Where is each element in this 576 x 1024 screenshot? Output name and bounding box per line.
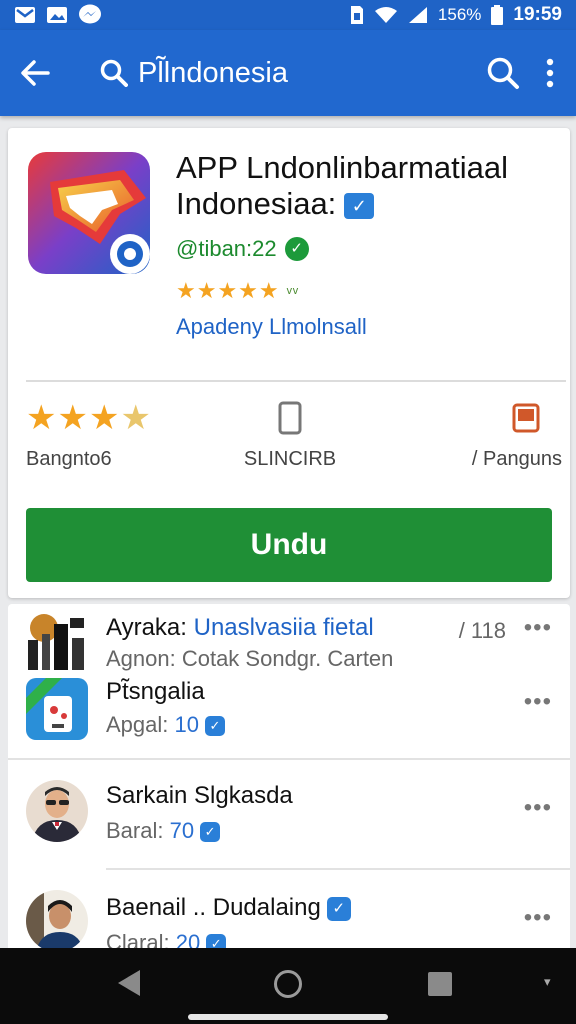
image-icon <box>47 7 67 23</box>
stats-row: ★★★★ Bangnto6 SLINCIRB / Panguns <box>8 398 570 478</box>
badge-icon: ✓ <box>206 934 227 948</box>
app-title-line2: Indonesiaa: <box>176 186 337 221</box>
sub-number: 10 <box>174 712 199 737</box>
search-field[interactable]: Pl̃lndonesia <box>100 57 486 90</box>
sub-label: Apgal: <box>106 712 169 737</box>
stat-category[interactable]: / Panguns <box>436 398 570 471</box>
developer-line[interactable]: @tiban:22 ✓ <box>176 236 309 262</box>
sub-number: 20 <box>175 930 201 948</box>
nav-home-icon[interactable] <box>274 970 302 998</box>
list-item-subtitle: Apgal: 10 ✓ <box>106 712 225 738</box>
stat-device[interactable]: SLINCIRB <box>230 398 350 471</box>
rating-stars: ★★★★★ ᵛᵛ <box>176 278 299 304</box>
more-options-icon[interactable]: ••• <box>524 688 552 716</box>
list-item[interactable]: Pt̃sngalia ••• Apgal: 10 ✓ <box>8 676 570 760</box>
more-options-icon[interactable]: ••• <box>524 614 552 642</box>
title-text: Baenail .. Dudalaing <box>106 894 321 921</box>
stat-label: / Panguns <box>471 448 562 470</box>
book-icon <box>512 403 540 433</box>
verified-badge-icon: ✓ <box>344 192 375 219</box>
check-circle-icon: ✓ <box>284 237 309 261</box>
person-avatar <box>26 780 88 842</box>
app-title-line1: APP Lndonlinbarmatiaal <box>176 150 509 185</box>
list-item[interactable]: Ayraka: Unaslvasiia fietal / 118 ••• Agn… <box>8 604 570 676</box>
list-item-subtitle: Claral: 20 ✓ <box>106 930 227 948</box>
developer-name: @tiban:22 <box>176 236 277 261</box>
stat-rating[interactable]: ★★★★ Bangnto6 <box>26 398 166 471</box>
search-icon <box>100 59 128 87</box>
item-count: / 118 <box>458 618 506 643</box>
app-logo-icon <box>28 152 150 274</box>
phone-icon <box>278 401 302 435</box>
title-highlight: Unaslvasiia fietal <box>193 614 374 641</box>
app-link[interactable]: Apadeny Llmolnsall <box>176 314 367 340</box>
app-bar: Pl̃lndonesia <box>0 30 576 116</box>
nav-back-icon[interactable] <box>118 970 140 996</box>
system-nav-bar: ▾ <box>0 948 576 1024</box>
list-item-title: Sarkain Slgkasda <box>106 782 293 809</box>
signal-icon <box>408 7 427 23</box>
sub-label: Baral: <box>106 818 164 843</box>
divider <box>26 380 566 382</box>
star-rating-icon: ★★★★ <box>26 399 152 437</box>
battery-text: 156% <box>437 5 482 24</box>
battery-icon <box>491 5 504 25</box>
wifi-icon <box>374 7 397 23</box>
list-item-subtitle: Agnon: Cotak Sondgr. Carten <box>106 646 394 671</box>
city-avatar <box>26 610 88 672</box>
list-item-subtitle: Baral: 70 ✓ <box>106 818 221 844</box>
nav-recents-icon[interactable] <box>428 972 452 996</box>
app-title: APP Lndonlinbarmatiaal Indonesiaa: ✓ <box>176 150 556 222</box>
sim-icon <box>350 6 363 24</box>
more-options-icon[interactable]: ••• <box>524 904 552 932</box>
rating-extra: ᵛᵛ <box>286 285 300 302</box>
stat-label: SLINCIRB <box>243 448 337 470</box>
clock: 19:59 <box>513 4 562 25</box>
sub-label: Claral: <box>106 930 170 948</box>
mail-icon <box>15 7 35 23</box>
status-bar: 156% 19:59 <box>0 0 576 30</box>
search-icon[interactable] <box>486 56 520 90</box>
app-detail-card: APP Lndonlinbarmatiaal Indonesiaa: ✓ @tib… <box>8 128 570 598</box>
list-item[interactable]: Baenail .. Dudalaing ✓ ••• Claral: 20 ✓ <box>8 870 570 948</box>
list-item[interactable]: Sarkain Slgkasda ••• Baral: 70 ✓ <box>8 760 570 870</box>
more-options-icon[interactable]: ••• <box>524 794 552 822</box>
person-avatar <box>26 890 88 948</box>
star-icons: ★★★★★ <box>176 278 280 303</box>
game-avatar <box>26 678 88 740</box>
badge-icon: ✓ <box>200 822 221 843</box>
overflow-menu-icon[interactable] <box>546 58 554 88</box>
arrow-back-icon <box>21 60 50 86</box>
gesture-pill[interactable] <box>188 1014 388 1020</box>
nav-keyboard-icon[interactable]: ▾ <box>544 974 551 990</box>
title-prefix: Ayraka: <box>106 614 187 641</box>
back-button[interactable] <box>0 30 70 116</box>
list-item-title: Baenail .. Dudalaing ✓ <box>106 894 351 922</box>
list-item-title: Ayraka: Unaslvasiia fietal <box>106 614 374 642</box>
related-list: Ayraka: Unaslvasiia fietal / 118 ••• Agn… <box>8 604 570 948</box>
search-query: Pl̃lndonesia <box>138 56 288 89</box>
sub-number: 70 <box>169 818 195 843</box>
verified-badge-icon: ✓ <box>326 896 351 921</box>
messenger-icon <box>79 4 101 24</box>
install-button[interactable]: Undu <box>26 508 552 582</box>
stat-label: Bangnto6 <box>26 448 112 470</box>
list-item-title: Pt̃sngalia <box>106 678 205 705</box>
badge-icon: ✓ <box>205 716 225 737</box>
